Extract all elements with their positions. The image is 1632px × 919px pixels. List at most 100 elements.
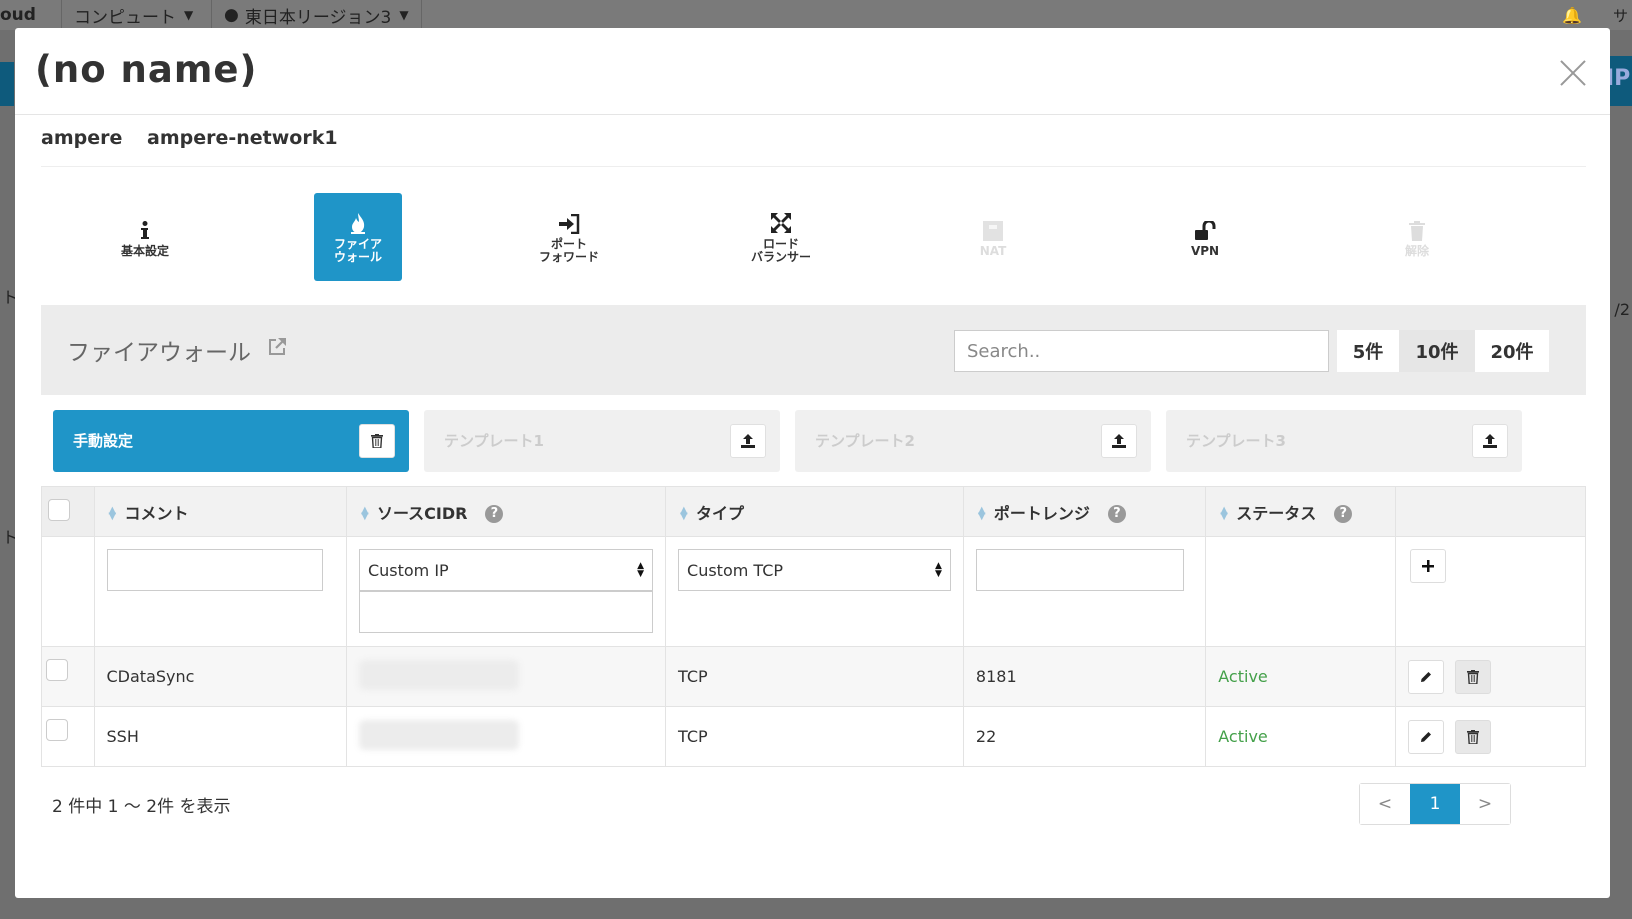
close-icon[interactable] — [1558, 58, 1588, 88]
nav-label: ファイア ウォール — [333, 237, 382, 264]
bell-icon[interactable]: 🔔 — [1562, 6, 1582, 25]
template-label: テンプレート2 — [815, 432, 915, 450]
column-header-port-range[interactable]: ▲ ▼ ポートレンジ? — [962, 486, 1207, 537]
arrows-expand-icon — [770, 210, 792, 234]
template-2[interactable]: テンプレート2 — [795, 410, 1151, 472]
user-menu-label[interactable]: サ — [1613, 5, 1628, 26]
redacted-value — [358, 659, 519, 690]
nav-label: ロード バランサー — [750, 237, 811, 264]
port-range-cell: 22 — [962, 706, 1207, 767]
template-3[interactable]: テンプレート3 — [1166, 410, 1522, 472]
compute-menu-label: コンピュート — [74, 7, 176, 28]
form-cell — [962, 536, 1207, 647]
chevron-down-icon: ▼ — [399, 8, 409, 22]
status-cell: Active — [1205, 646, 1397, 707]
nav-vpn[interactable]: VPN — [1161, 193, 1249, 281]
column-header-comment[interactable]: ▲ ▼ コメント — [93, 486, 347, 537]
edit-button[interactable] — [1408, 659, 1445, 694]
firewall-toolbar: ファイアウォール 5件 10件 20件 — [41, 305, 1586, 395]
info-icon — [140, 217, 150, 241]
pagination-summary: 2 件中 1 ～ 2件 を表示 — [52, 797, 231, 817]
sort-arrows-icon: ▲ ▼ — [935, 561, 942, 579]
modal-header: (no name) — [15, 28, 1610, 115]
search-input[interactable] — [954, 330, 1329, 372]
column-header-source-cidr[interactable]: ▲ ▼ ソースCIDR? — [345, 486, 667, 537]
template-manual[interactable]: 手動設定 — [53, 410, 409, 472]
nav-label: 解除 — [1404, 243, 1429, 258]
comment-cell: CDataSync — [93, 646, 347, 707]
upload-icon[interactable] — [1101, 424, 1137, 458]
external-link-icon[interactable] — [267, 337, 287, 363]
feature-nav: 基本設定 ファイア ウォール ポート フォワード ロード バランサー NAT V… — [41, 193, 1586, 283]
sort-arrows-icon: ▲ ▼ — [637, 561, 645, 579]
help-icon[interactable]: ? — [485, 505, 504, 523]
edit-button[interactable] — [1408, 719, 1445, 754]
table-row: CDataSync TCP 8181 Active — [41, 646, 1586, 707]
column-header-label: ステータス — [1236, 503, 1317, 523]
sign-in-icon — [558, 210, 580, 235]
compute-menu[interactable]: コンピュート ▼ — [62, 0, 212, 30]
column-header-status[interactable]: ▲ ▼ ステータス? — [1205, 486, 1397, 537]
trash-icon[interactable] — [359, 424, 395, 458]
select-all-checkbox[interactable] — [48, 498, 70, 521]
prev-page-button[interactable]: < — [1360, 784, 1410, 824]
comment-cell: SSH — [93, 706, 347, 767]
nav-basic-settings[interactable]: 基本設定 — [101, 193, 189, 281]
source-cidr-select[interactable]: Custom IP ▲ ▼ — [358, 549, 654, 591]
row-checkbox[interactable] — [46, 719, 68, 741]
upload-icon[interactable] — [1472, 424, 1508, 458]
column-header-label: コメント — [124, 503, 189, 523]
form-cell: Custom IP ▲ ▼ — [345, 536, 667, 647]
template-label: 手動設定 — [73, 432, 134, 450]
unlock-icon — [1194, 217, 1216, 241]
pencil-icon — [1421, 671, 1432, 682]
trash-icon — [1467, 669, 1480, 684]
help-icon[interactable]: ? — [1107, 505, 1126, 523]
column-header-type[interactable]: ▲ ▼ タイプ — [665, 486, 964, 537]
region-menu[interactable]: ● 東日本リージョン3 ▼ — [212, 0, 422, 30]
modal-title: (no name) — [35, 48, 258, 91]
plus-icon — [1422, 560, 1435, 572]
comment-input[interactable] — [106, 549, 323, 591]
type-select[interactable]: Custom TCP ▲ ▼ — [678, 549, 951, 591]
source-cidr-input[interactable] — [358, 591, 654, 633]
page-size-5-button[interactable]: 5件 — [1337, 330, 1399, 372]
template-label: テンプレート1 — [444, 432, 544, 450]
row-select-cell — [41, 646, 95, 707]
nav-port-forward[interactable]: ポート フォワード — [525, 193, 613, 281]
nav-label: 基本設定 — [120, 243, 169, 258]
fire-icon — [350, 210, 366, 235]
nav-firewall[interactable]: ファイア ウォール — [314, 193, 402, 281]
port-range-input[interactable] — [975, 549, 1184, 591]
firewall-title: ファイアウォール — [67, 333, 287, 367]
form-cell — [41, 536, 95, 647]
template-selector: 手動設定 テンプレート1 テンプレート2 テンプレート3 — [53, 410, 1578, 472]
add-rule-button[interactable] — [1410, 549, 1447, 583]
type-cell: TCP — [665, 706, 964, 767]
type-cell: TCP — [665, 646, 964, 707]
column-header-actions — [1395, 486, 1586, 537]
page-size-selector: 5件 10件 20件 — [1337, 330, 1549, 372]
background-text: /2 — [1614, 300, 1630, 319]
nav-load-balancer[interactable]: ロード バランサー — [737, 193, 825, 281]
sort-icon: ▲ ▼ — [977, 505, 986, 522]
page-size-10-button[interactable]: 10件 — [1399, 330, 1475, 372]
source-cidr-select-value: Custom IP — [367, 560, 449, 580]
upload-icon[interactable] — [730, 424, 766, 458]
next-page-button[interactable]: > — [1460, 784, 1510, 824]
sort-icon: ▲ ▼ — [108, 505, 117, 522]
new-rule-form-row: Custom IP ▲ ▼ Custom TCP ▲ ▼ — [41, 536, 1586, 647]
column-header-label: ポートレンジ — [993, 503, 1090, 523]
chevron-down-icon: ▼ — [184, 8, 194, 22]
template-1[interactable]: テンプレート1 — [424, 410, 780, 472]
column-header-label: タイプ — [696, 503, 745, 523]
row-checkbox[interactable] — [46, 659, 68, 681]
column-header-label: ソースCIDR — [376, 503, 468, 523]
page-1-button[interactable]: 1 — [1410, 784, 1460, 824]
delete-button[interactable] — [1455, 719, 1492, 754]
form-cell: Custom TCP ▲ ▼ — [665, 536, 964, 647]
help-icon[interactable]: ? — [1334, 505, 1353, 523]
page-size-20-button[interactable]: 20件 — [1475, 330, 1549, 372]
firewall-rules-table: ▲ ▼ コメント ▲ ▼ ソースCIDR? ▲ ▼ タイプ ▲ ▼ ポートレンジ? ▲ ▼ ステータ… — [41, 486, 1586, 767]
delete-button[interactable] — [1455, 659, 1492, 694]
